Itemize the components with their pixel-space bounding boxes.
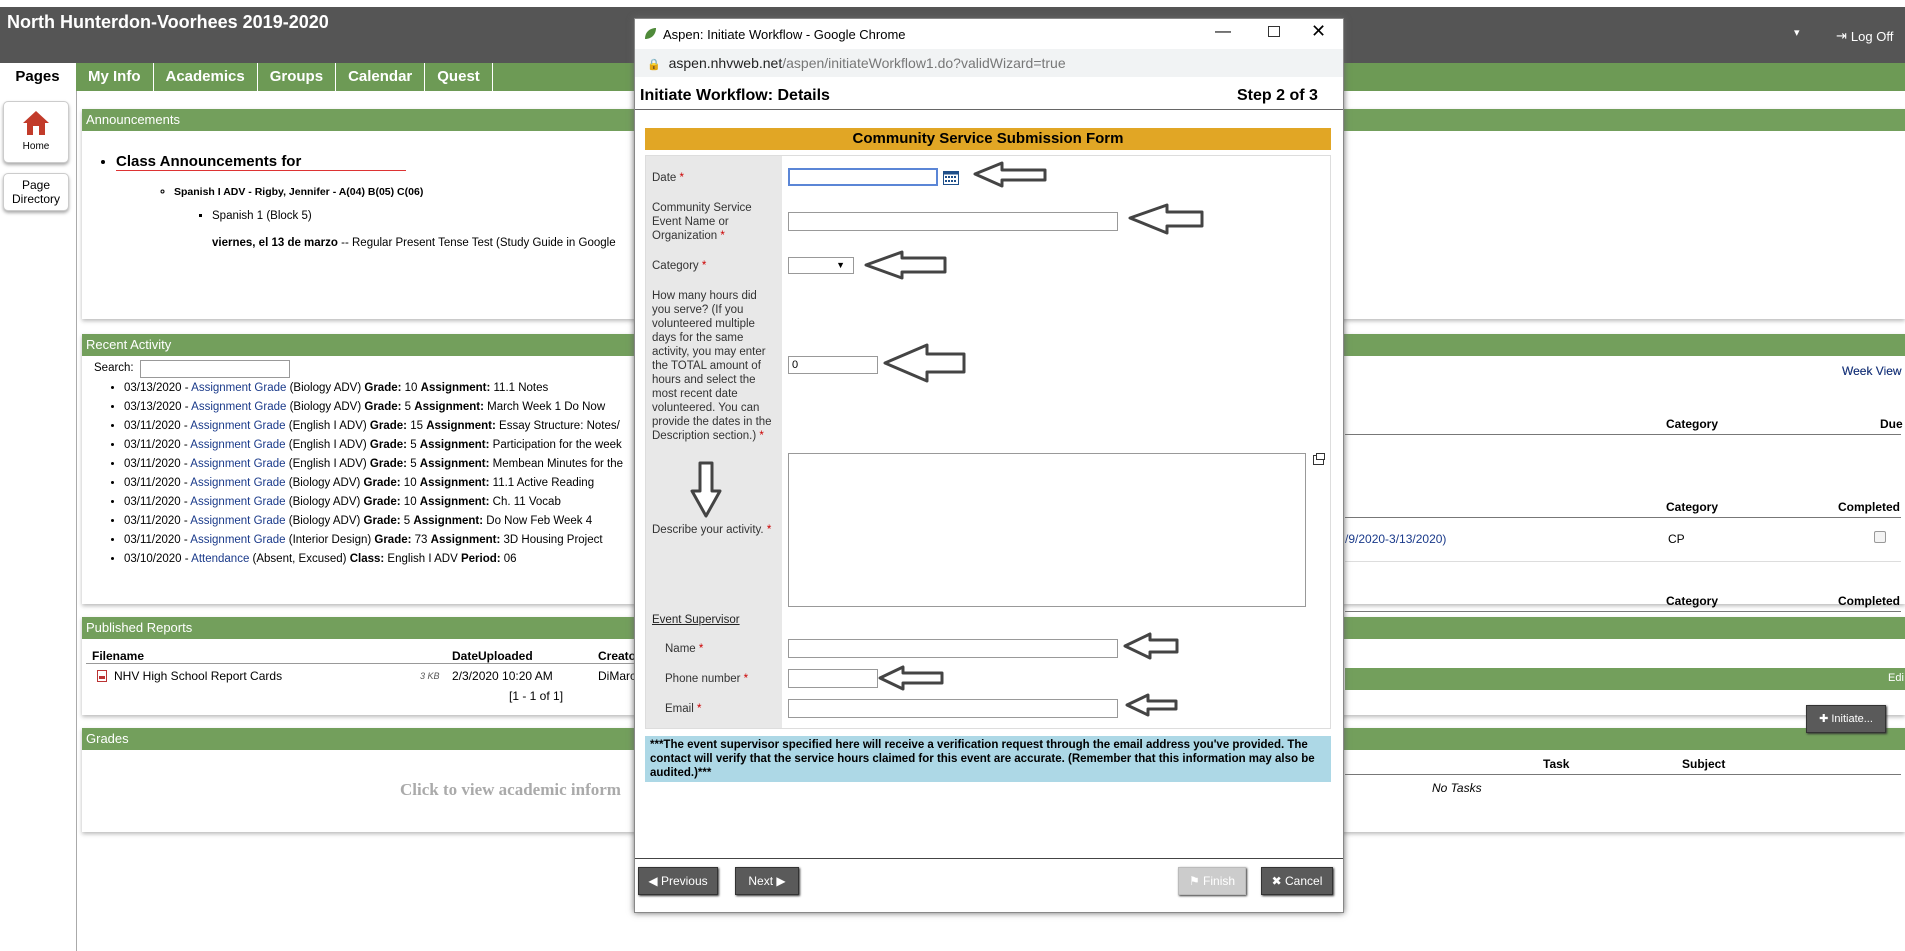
left-arrow-icon (883, 343, 966, 383)
left-arrow-icon (1128, 203, 1204, 235)
left-arrow-icon (864, 250, 947, 280)
left-arrow-icon (1125, 693, 1178, 717)
left-arrow-icon (878, 665, 944, 691)
annotation-arrows (690, 161, 1204, 717)
left-arrow-icon (973, 161, 1047, 188)
down-arrow-icon (690, 461, 722, 518)
left-arrow-icon (1123, 632, 1179, 660)
